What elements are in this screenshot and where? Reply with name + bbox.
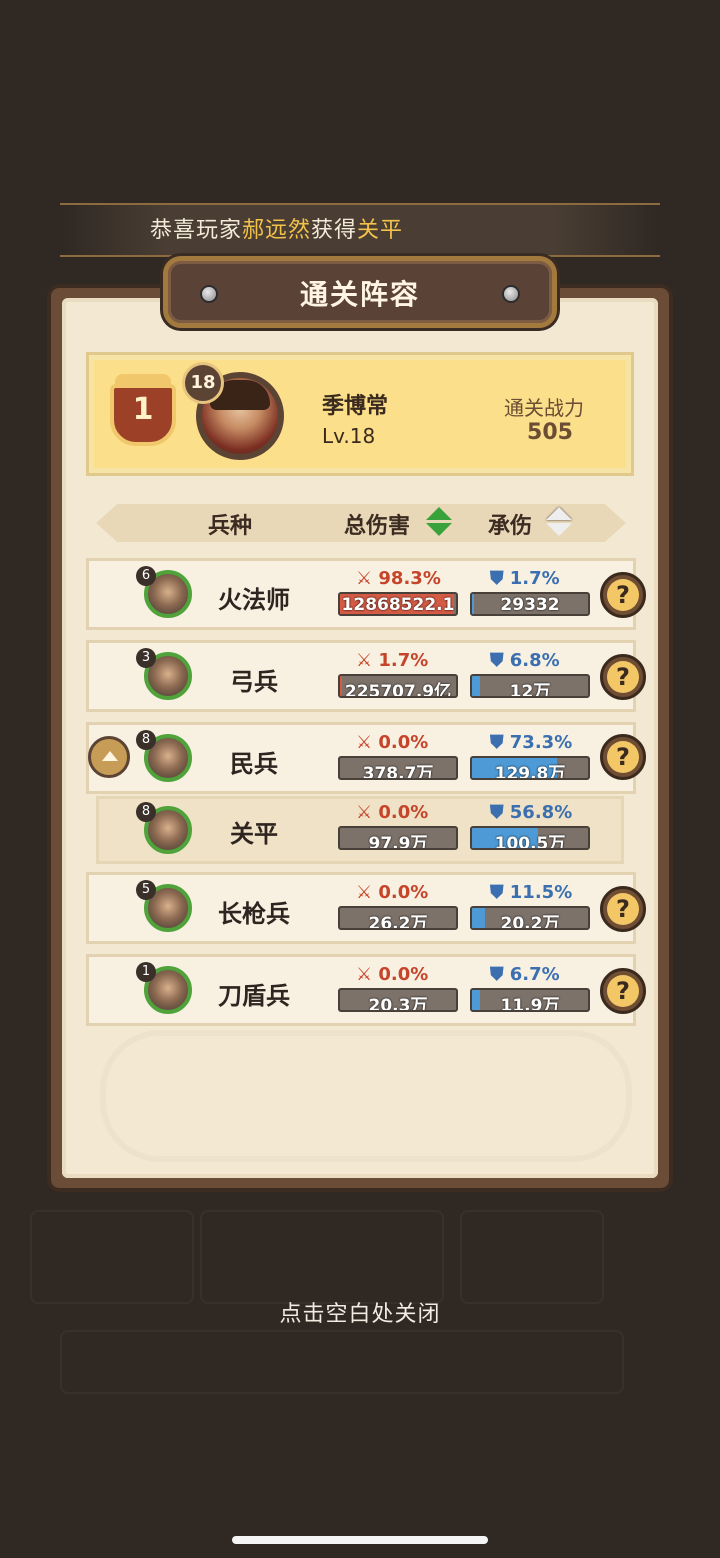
damage-value: 225707.9亿 bbox=[344, 682, 452, 698]
unit-name: 民兵 bbox=[230, 750, 278, 778]
damage-percent-value: 0.0% bbox=[378, 802, 429, 823]
power-label: 通关战力 bbox=[504, 396, 584, 420]
taken-bar: 100.5万 bbox=[470, 826, 590, 850]
power-value: 505 bbox=[527, 420, 573, 445]
taken-percent-value: 56.8% bbox=[509, 802, 573, 823]
announcement-player: 郝远然 bbox=[242, 218, 312, 243]
help-button[interactable]: ? bbox=[600, 654, 646, 700]
damage-percent: ⚔ 1.7% bbox=[356, 650, 429, 671]
damage-bar: 225707.9亿 bbox=[338, 674, 458, 698]
damage-percent-value: 0.0% bbox=[378, 882, 429, 903]
rivet-icon bbox=[502, 285, 520, 303]
question-icon: ? bbox=[616, 743, 630, 771]
taken-value: 129.8万 bbox=[494, 764, 566, 780]
collapse-button[interactable] bbox=[88, 736, 130, 778]
damage-value: 26.2万 bbox=[368, 914, 428, 930]
player-level: Lv.18 bbox=[322, 424, 376, 448]
taken-percent-value: 6.7% bbox=[509, 964, 560, 985]
damage-value: 378.7万 bbox=[362, 764, 434, 780]
rank-number: 1 bbox=[132, 392, 154, 427]
announcement-hero: 关平 bbox=[357, 218, 404, 243]
column-damage-taken[interactable]: 承伤 bbox=[488, 508, 532, 540]
panel-ornament bbox=[100, 1030, 632, 1162]
taken-percent: ⛊ 11.5% bbox=[490, 882, 573, 903]
taken-value: 100.5万 bbox=[494, 834, 566, 850]
help-button[interactable]: ? bbox=[600, 734, 646, 780]
damage-bar: 378.7万 bbox=[338, 756, 458, 780]
damage-percent-value: 1.7% bbox=[378, 650, 429, 671]
question-icon: ? bbox=[616, 663, 630, 691]
damage-value: 97.9万 bbox=[368, 834, 428, 850]
sort-icon[interactable] bbox=[426, 507, 452, 537]
player-level-badge: 18 bbox=[182, 362, 224, 404]
question-icon: ? bbox=[616, 895, 630, 923]
damage-value: 12868522.1亿 bbox=[341, 595, 455, 615]
announcement-prefix: 恭喜玩家 bbox=[150, 218, 243, 243]
taken-value: 20.2万 bbox=[500, 914, 560, 930]
unit-name: 关平 bbox=[230, 820, 278, 848]
damage-bar: 26.2万 bbox=[338, 906, 458, 930]
taken-percent: ⛊ 6.8% bbox=[490, 650, 560, 671]
question-icon: ? bbox=[616, 977, 630, 1005]
damage-percent: ⚔ 0.0% bbox=[356, 732, 429, 753]
taken-percent: ⛊ 56.8% bbox=[490, 802, 573, 823]
damage-value: 20.3万 bbox=[368, 996, 428, 1012]
taken-bar: 12万 bbox=[470, 674, 590, 698]
column-unit-type: 兵种 bbox=[208, 514, 253, 539]
taken-percent: ⛊ 6.7% bbox=[490, 964, 560, 985]
unit-name: 火法师 bbox=[218, 586, 290, 614]
unit-level: 1 bbox=[136, 962, 156, 982]
announcement-verb: 获得 bbox=[311, 218, 358, 243]
unit-name: 长枪兵 bbox=[218, 900, 290, 928]
unit-level: 8 bbox=[136, 730, 156, 750]
taken-percent: ⛊ 73.3% bbox=[490, 732, 573, 753]
taken-percent: ⛊ 1.7% bbox=[490, 568, 560, 589]
unit-name: 刀盾兵 bbox=[218, 982, 290, 1010]
unit-level: 8 bbox=[136, 802, 156, 822]
damage-percent: ⚔ 0.0% bbox=[356, 802, 429, 823]
damage-bar: 12868522.1亿 bbox=[338, 592, 458, 616]
taken-percent-value: 73.3% bbox=[509, 732, 573, 753]
page-title: 通关阵容 bbox=[299, 278, 420, 311]
taken-value: 12万 bbox=[509, 682, 551, 698]
player-name: 季博常 bbox=[322, 394, 389, 419]
home-indicator[interactable] bbox=[232, 1536, 488, 1544]
damage-bar: 97.9万 bbox=[338, 826, 458, 850]
help-button[interactable]: ? bbox=[600, 968, 646, 1014]
column-total-damage[interactable]: 总伤害 bbox=[344, 508, 410, 540]
unit-name: 弓兵 bbox=[230, 668, 278, 696]
title-plate: 通关阵容 bbox=[163, 256, 557, 328]
help-button[interactable]: ? bbox=[600, 886, 646, 932]
taken-bar: 129.8万 bbox=[470, 756, 590, 780]
damage-percent: ⚔ 0.0% bbox=[356, 882, 429, 903]
taken-bar: 20.2万 bbox=[470, 906, 590, 930]
damage-percent-value: 0.0% bbox=[378, 964, 429, 985]
damage-percent-value: 98.3% bbox=[378, 568, 441, 589]
taken-bar: 29332 bbox=[470, 592, 590, 616]
unit-level: 5 bbox=[136, 880, 156, 900]
damage-percent-value: 0.0% bbox=[378, 732, 429, 753]
damage-bar: 20.3万 bbox=[338, 988, 458, 1012]
taken-percent-value: 11.5% bbox=[509, 882, 573, 903]
taken-value: 29332 bbox=[500, 595, 560, 615]
taken-percent-value: 1.7% bbox=[509, 568, 560, 589]
unit-level: 3 bbox=[136, 648, 156, 668]
taken-bar: 11.9万 bbox=[470, 988, 590, 1012]
close-hint[interactable]: 点击空白处关闭 bbox=[0, 1296, 720, 1328]
taken-value: 11.9万 bbox=[500, 996, 560, 1012]
taken-percent-value: 6.8% bbox=[509, 650, 560, 671]
chevron-up-icon bbox=[102, 751, 118, 761]
announcement-text: 恭喜玩家郝远然获得关平 bbox=[150, 212, 403, 244]
question-icon: ? bbox=[616, 581, 630, 609]
sort-icon[interactable] bbox=[546, 507, 572, 537]
damage-percent: ⚔ 0.0% bbox=[356, 964, 429, 985]
unit-level: 6 bbox=[136, 566, 156, 586]
help-button[interactable]: ? bbox=[600, 572, 646, 618]
damage-percent: ⚔ 98.3% bbox=[356, 568, 441, 589]
